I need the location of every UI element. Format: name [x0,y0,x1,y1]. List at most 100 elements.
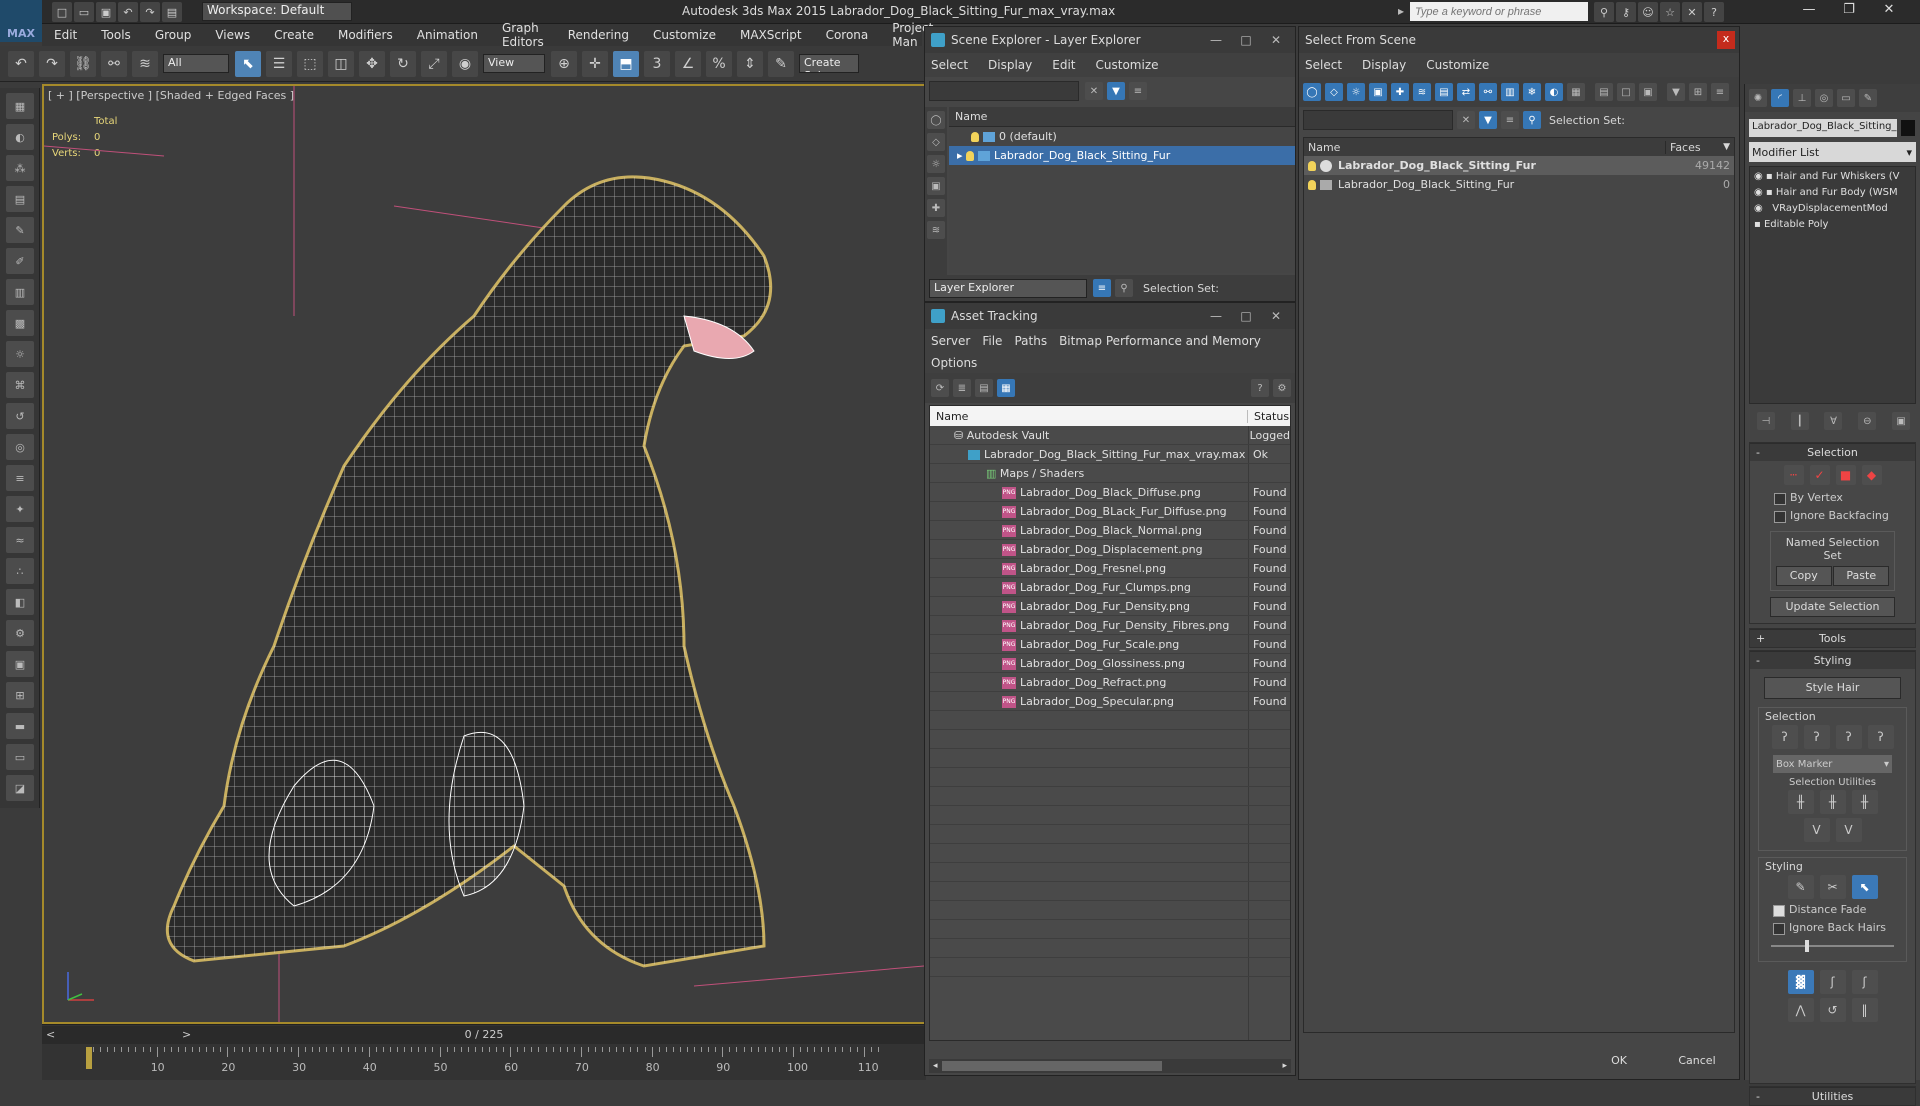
layer-visible-icon[interactable] [971,132,979,142]
layer-filter-icon[interactable]: ≡ [1129,82,1147,100]
bulb-icon[interactable]: ◉ ▪ [1754,187,1776,198]
deform-icon[interactable]: ≈ [6,527,34,553]
pivot-center-icon[interactable]: ⊕ [551,50,577,77]
asset-row-map[interactable]: PNG Labrador_Dog_Fur_Density_Fibres.png Fo… [930,616,1290,635]
sfs-select-all-icon[interactable]: ▤ [1595,83,1613,101]
camera-icon[interactable]: ◎ [6,434,34,460]
ignore-back-hairs-checkbox[interactable]: Ignore Back Hairs [1769,919,1904,937]
select-object-icon[interactable]: ⬉ [235,50,261,77]
particle-icon[interactable]: ∴ [6,558,34,584]
clump-brush-icon[interactable]: ⋀ [1787,998,1814,1022]
asset-row-map[interactable]: PNG Labrador_Dog_Fur_Clumps.png Found [930,578,1290,597]
xyz-icon[interactable]: ⌘ [6,372,34,398]
sfs-menu-display[interactable]: Display [1362,58,1406,72]
keyboard-shortcut-override-icon[interactable]: ⬒ [613,50,639,77]
clear-search-icon[interactable]: ✕ [1085,82,1103,100]
asset-settings-icon[interactable]: ⚙ [1273,379,1291,397]
ignore-backfacing-checkbox[interactable]: Ignore Backfacing [1770,507,1915,525]
sfs-select-none-icon[interactable]: □ [1617,83,1635,101]
scene-explorer-maximize-icon[interactable]: □ [1231,27,1261,53]
sfs-cameras-icon[interactable]: ▣ [1369,83,1387,101]
motion-tab-icon[interactable]: ◎ [1815,89,1833,107]
sfs-hierarchy-icon[interactable]: ⊞ [1689,83,1707,101]
select-guide-vertices-icon[interactable]: ʔ [1835,725,1862,749]
ruler-icon[interactable]: ▥ [6,279,34,305]
layer-row-default[interactable]: 0 (default) [949,127,1295,146]
layer-tool-icon[interactable]: ≡ [6,465,34,491]
grid-tool-icon[interactable]: ▩ [6,310,34,336]
sfs-frozen-icon[interactable]: ❄ [1523,83,1541,101]
sfs-hidden-icon[interactable]: ◐ [1545,83,1563,101]
create-tab-icon[interactable]: ✺ [1749,89,1767,107]
display-cameras-icon[interactable]: ▣ [927,177,945,195]
expand-icon[interactable]: ▪ [1754,219,1764,230]
snap-toggle-icon[interactable]: 3 [644,50,670,77]
bulb-icon[interactable]: ◉ ▪ [1754,171,1776,182]
sfs-row-fur-whiskers[interactable]: Labrador_Dog_Black_Sitting_Fur 0 [1304,175,1734,194]
redo-icon[interactable]: ↷ [140,2,160,22]
explorer-type-dropdown[interactable]: Layer Explorer [929,278,1087,298]
sfs-sel-set-icon[interactable]: ⚲ [1523,111,1541,129]
asset-menu-paths[interactable]: Paths [1014,334,1047,348]
asset-row-map[interactable]: PNG Labrador_Dog_Refract.png Found [930,673,1290,692]
asset-row-map[interactable]: PNG Labrador_Dog_Specular.png Found [930,692,1290,711]
light-icon[interactable]: ☼ [6,341,34,367]
sfs-ok-button[interactable]: OK [1587,1051,1651,1071]
copy-button[interactable]: Copy [1775,566,1832,586]
sfs-row-fur-body[interactable]: Labrador_Dog_Black_Sitting_Fur 49142 [1304,156,1734,175]
sfs-col-faces[interactable]: Faces [1666,141,1701,154]
scale-icon[interactable]: ⤢ [421,50,447,77]
rotate-icon[interactable]: ↻ [390,50,416,77]
close-icon[interactable]: ✕ [1872,2,1906,22]
current-frame-marker[interactable] [86,1047,92,1069]
menu-graph-editors[interactable]: Graph Editors [502,21,544,49]
guide-level-icon[interactable]: ⵈ [1783,465,1804,485]
filter-icon[interactable]: ▼ [1107,82,1125,100]
reaction-icon[interactable]: ⚙ [6,620,34,646]
utilities-rollout-header[interactable]: - Utilities [1750,1087,1915,1105]
stack-item-editable-poly[interactable]: ▪ Editable Poly [1750,217,1915,233]
display-shapes-icon[interactable]: ◇ [927,133,945,151]
asset-row-map[interactable]: PNG Labrador_Dog_Black_Diffuse.png Found [930,483,1290,502]
save-icon[interactable]: ▣ [96,2,116,22]
scene-explorer-minimize-icon[interactable]: — [1201,27,1231,53]
utilities-tab-icon[interactable]: ✎ [1859,89,1877,107]
asset-col-status[interactable]: Status [1248,410,1289,423]
paint-icon[interactable]: ✐ [6,248,34,274]
hair-cut-icon[interactable]: ✂ [1819,875,1846,899]
layer-tree-header[interactable]: Name [949,107,1295,127]
old-tool-icon[interactable]: ▤ [6,186,34,212]
asset-tracking-close-icon[interactable]: ✕ [1261,303,1291,329]
modifier-list-dropdown[interactable]: Modifier List ▾ [1749,142,1916,162]
layer-explorer-icon[interactable]: ≡ [1093,279,1111,297]
time-slider-prev-icon[interactable]: < [46,1026,55,1044]
render-setup-icon[interactable]: ▦ [6,93,34,119]
scene-explorer-find-input[interactable] [929,81,1079,101]
hide-selected-icon[interactable]: ᐯ [1803,818,1830,842]
snapshot-icon[interactable]: ◧ [6,589,34,615]
translate-brush-icon[interactable]: ▓ [1787,970,1814,994]
menu-group[interactable]: Group [155,28,192,42]
invert-selection-icon[interactable]: ╫ [1787,790,1814,814]
menu-modifiers[interactable]: Modifiers [338,28,393,42]
track-bar[interactable]: 10 20 30 40 50 60 70 80 90 100 110 [42,1047,926,1077]
object-color-swatch[interactable] [1901,120,1915,136]
sfs-spacewarps-icon[interactable]: ≋ [1413,83,1431,101]
scale-brush-icon[interactable]: ‖ [1851,998,1878,1022]
show-end-result-icon[interactable]: ┃ [1790,412,1809,430]
selection-filter-dropdown[interactable]: All [163,54,229,73]
brush-size-handle[interactable] [1805,940,1809,952]
list-view-icon[interactable]: ≣ [953,379,971,397]
sfs-find-input[interactable] [1303,110,1453,130]
key-icon[interactable]: ⚷ [1616,2,1636,22]
new-file-icon[interactable]: □ [52,2,72,22]
asset-row-map[interactable]: PNG Labrador_Dog_BLack_Fur_Diffuse.png Fou… [930,502,1290,521]
spinner-snap-icon[interactable]: ⇕ [737,50,763,77]
scene-explorer-menu-customize[interactable]: Customize [1096,58,1159,72]
workspace-dropdown[interactable]: Workspace: Default [202,2,352,21]
unlink-icon[interactable]: ⚯ [101,50,127,77]
styling-rollout-header[interactable]: - Styling [1750,651,1915,669]
help-icon[interactable]: ? [1704,2,1724,22]
ref-coord-dropdown[interactable]: View [483,54,545,73]
select-whole-guide-icon[interactable]: ʔ [1803,725,1830,749]
